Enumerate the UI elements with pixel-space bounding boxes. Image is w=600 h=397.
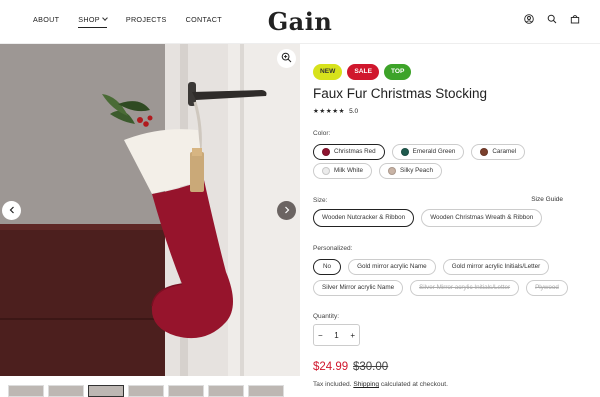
color-options: Christmas Red Emerald Green Caramel — [313, 144, 526, 160]
badge-new: NEW — [313, 64, 343, 80]
personalized-options-row-2: Silver Mirror acrylic Name Silver Mirror… — [313, 280, 568, 296]
color-option-label: Caramel — [492, 148, 517, 155]
badges: NEW SALE TOP — [313, 64, 412, 80]
color-options-row-2: Milk White Silky Peach — [313, 163, 442, 179]
color-option-label: Silky Peach — [400, 167, 433, 174]
quantity-increase-button[interactable]: + — [350, 331, 355, 340]
color-option-christmas-red[interactable]: Christmas Red — [313, 144, 385, 160]
rating[interactable]: ★★★★★ 5.0 — [313, 107, 359, 116]
color-swatch — [322, 148, 330, 156]
quantity-value[interactable]: 1 — [334, 331, 338, 340]
tax-note-after: calculated at checkout. — [379, 381, 448, 388]
chevron-right-icon — [283, 206, 291, 216]
personalized-option-silver-name[interactable]: Silver Mirror acrylic Name — [313, 280, 404, 296]
product-title: Faux Fur Christmas Stocking — [313, 86, 488, 101]
personalized-options: No Gold mirror acrylic Name Gold mirror … — [313, 259, 550, 275]
color-swatch — [400, 148, 409, 156]
thumbnail[interactable] — [248, 385, 284, 397]
color-swatch — [388, 167, 397, 175]
zoom-button[interactable] — [277, 49, 296, 68]
badge-top: TOP — [383, 64, 412, 80]
badge-sale: SALE — [347, 64, 379, 80]
size-label: Size: — [313, 197, 328, 204]
prev-image-button[interactable] — [2, 201, 21, 220]
personalized-label: Personalized: — [313, 245, 353, 252]
personalized-option-gold-initials[interactable]: Gold mirror acrylic Initials/Letter — [442, 259, 550, 275]
product-image — [0, 44, 300, 376]
thumbnail-active[interactable] — [88, 385, 124, 397]
sale-price: $24.99 — [313, 361, 349, 373]
color-option-caramel[interactable]: Caramel — [471, 144, 526, 160]
color-option-label: Milk White — [334, 167, 364, 174]
thumbnail[interactable] — [168, 385, 204, 397]
size-guide-link[interactable]: Size Guide — [531, 196, 563, 203]
quantity-label: Quantity: — [313, 313, 340, 320]
tax-note: Tax included. Shipping calculated at che… — [313, 381, 448, 388]
tax-note-before: Tax included. — [313, 381, 354, 388]
star-rating-icon: ★★★★★ — [313, 108, 346, 115]
thumbnail-strip — [0, 385, 300, 397]
compare-price: $30.00 — [353, 361, 389, 373]
chevron-left-icon — [8, 206, 16, 216]
shipping-link[interactable]: Shipping — [353, 381, 379, 388]
color-option-emerald-green[interactable]: Emerald Green — [391, 144, 465, 160]
thumbnail[interactable] — [128, 385, 164, 397]
color-option-label: Christmas Red — [334, 148, 376, 155]
thumbnail[interactable] — [8, 385, 44, 397]
quantity-stepper: − 1 + — [313, 324, 360, 346]
size-options: Wooden Nutcracker & Ribbon Wooden Christ… — [313, 209, 543, 227]
color-swatch — [480, 148, 489, 156]
quantity-decrease-button[interactable]: − — [318, 331, 323, 340]
personalized-option-plywood: Plywood — [526, 280, 568, 296]
size-option-wreath[interactable]: Wooden Christmas Wreath & Ribbon — [421, 209, 543, 227]
size-option-nutcracker[interactable]: Wooden Nutcracker & Ribbon — [313, 209, 415, 227]
next-image-button[interactable] — [277, 201, 296, 220]
color-swatch — [322, 167, 330, 175]
personalized-option-silver-initials: Silver Mirror acrylic Initials/Letter — [410, 280, 520, 296]
zoom-in-icon — [281, 52, 292, 65]
product-info: NEW SALE TOP Faux Fur Christmas Stocking… — [313, 0, 593, 397]
personalized-option-no[interactable]: No — [313, 259, 342, 275]
rating-value: 5.0 — [349, 107, 359, 115]
color-label: Color: — [313, 130, 331, 137]
color-option-milk-white[interactable]: Milk White — [313, 163, 373, 179]
personalized-option-gold-name[interactable]: Gold mirror acrylic Name — [348, 259, 436, 275]
thumbnail[interactable] — [48, 385, 84, 397]
thumbnail[interactable] — [208, 385, 244, 397]
product-gallery[interactable] — [0, 44, 300, 376]
color-option-silky-peach[interactable]: Silky Peach — [379, 163, 442, 179]
color-option-label: Emerald Green — [412, 148, 456, 155]
